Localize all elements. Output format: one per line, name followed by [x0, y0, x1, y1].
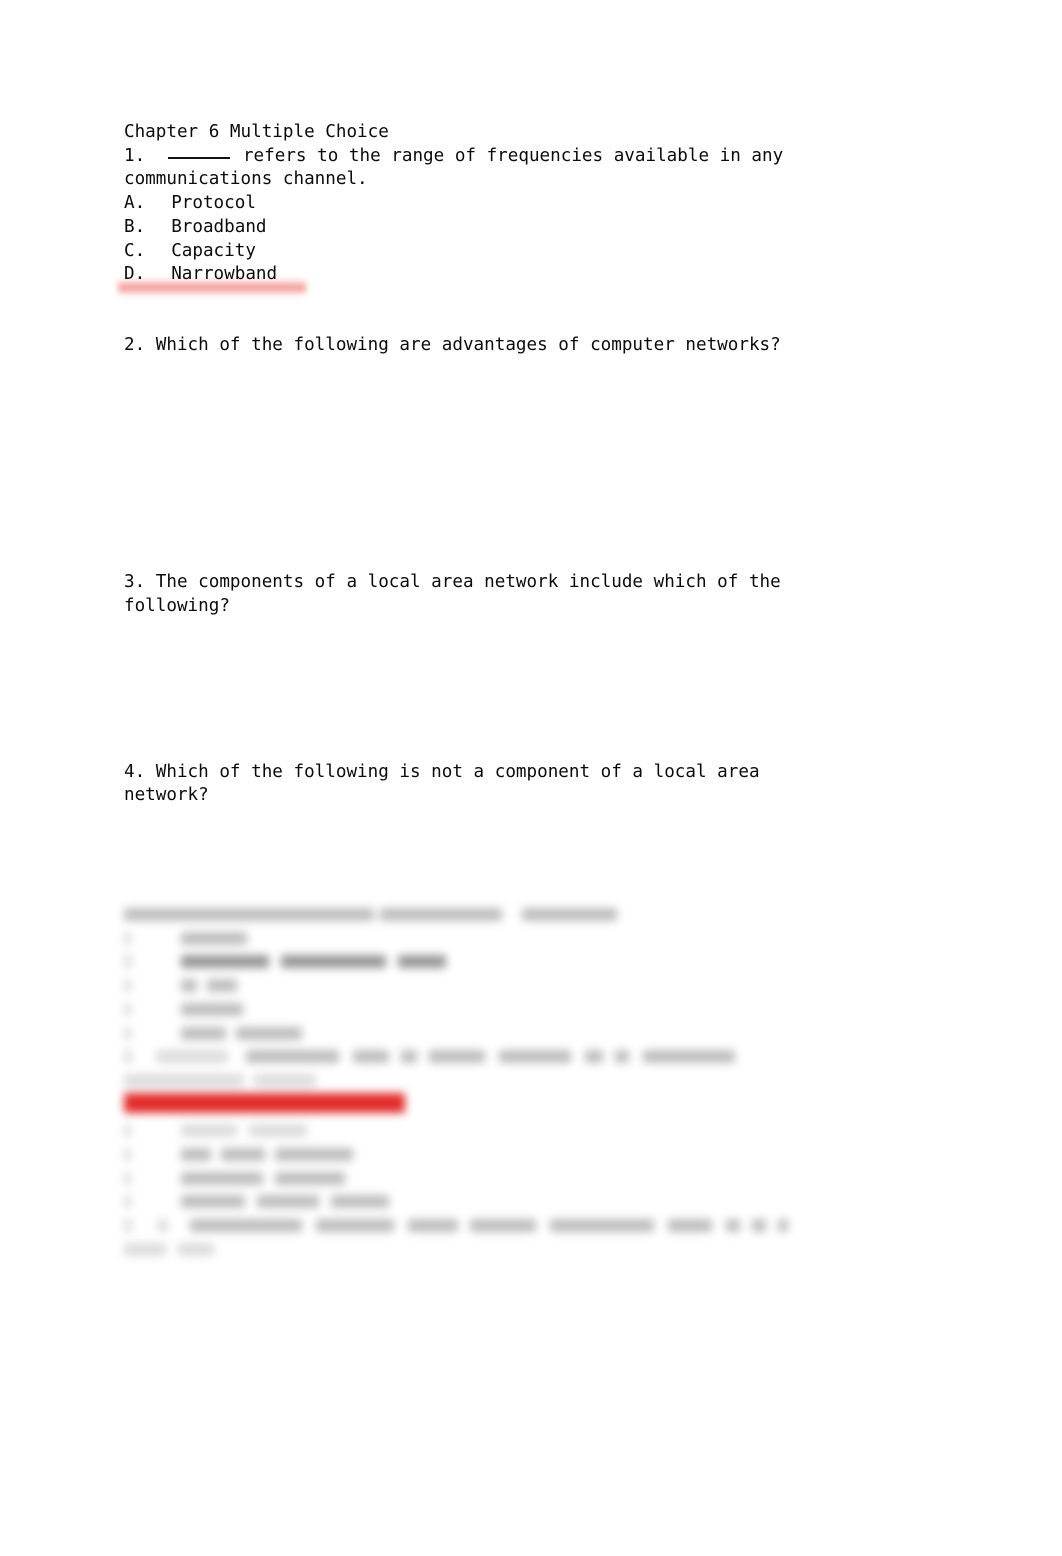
- spacer-line-7: [124, 453, 914, 477]
- obscured-line: [124, 1214, 944, 1238]
- option-letter: C.: [124, 240, 146, 261]
- spacer-line-16: [124, 713, 914, 737]
- spacer-line-6: [124, 429, 914, 453]
- obscured-line: [124, 1167, 944, 1191]
- option-label: Narrowband: [171, 264, 278, 285]
- spacer-line-14: [124, 666, 914, 690]
- option-letter: A.: [124, 193, 146, 214]
- question-1-option-c: C. Capacity: [124, 240, 914, 264]
- spacer-line-10: [124, 524, 914, 548]
- question-2-prompt: 2. Which of the following are advantages…: [124, 335, 781, 356]
- question-4-prompt-wrap: network?: [124, 785, 209, 806]
- obscured-line: [124, 950, 944, 974]
- obscured-line: [124, 927, 944, 951]
- spacer-line-3: [124, 358, 914, 382]
- option-label: Capacity: [171, 240, 256, 261]
- option-letter: B.: [124, 216, 146, 237]
- obscured-line: [124, 1143, 944, 1167]
- question-3-prompt-wrap: following?: [124, 595, 230, 616]
- spacer-line-12: [124, 619, 914, 643]
- question-3-prompt: 3. The components of a local area networ…: [124, 572, 781, 593]
- question-1-number: 1.: [124, 145, 167, 166]
- obscured-line: [124, 1119, 944, 1143]
- obscured-line: [124, 1238, 944, 1262]
- spacer-line-1: [124, 287, 914, 311]
- obscured-content-block: [124, 903, 944, 1262]
- document-text-body: Chapter 6 Multiple Choice 1. refers to t…: [124, 121, 914, 808]
- fill-in-blank-rule: [168, 156, 231, 159]
- obscured-line: [124, 1045, 944, 1069]
- spacer-line-5: [124, 405, 914, 429]
- obscured-answer-highlight: [124, 1092, 944, 1120]
- question-1-prompt-wrap: communications channel.: [124, 169, 368, 190]
- option-label: Broadband: [171, 216, 267, 237]
- question-1-prompt: 1. refers to the range of frequencies av…: [124, 145, 914, 169]
- spacer-line-4: [124, 382, 914, 406]
- document-heading: Chapter 6 Multiple Choice: [124, 122, 389, 142]
- obscured-line: [124, 998, 944, 1022]
- option-letter: D.: [124, 264, 146, 285]
- obscured-line: [124, 1069, 944, 1093]
- spacer-line-13: [124, 642, 914, 666]
- question-1-text: refers to the range of frequencies avail…: [232, 145, 784, 166]
- document-page: Chapter 6 Multiple Choice 1. refers to t…: [0, 0, 1062, 1556]
- spacer-line-17: [124, 737, 914, 761]
- spacer-line-15: [124, 690, 914, 714]
- question-1-option-b: B. Broadband: [124, 216, 914, 240]
- question-4-prompt: 4. Which of the following is not a compo…: [124, 761, 760, 782]
- obscured-line: [124, 974, 944, 998]
- question-1-option-d: D. Narrowband: [124, 263, 914, 287]
- spacer-line-8: [124, 476, 914, 500]
- option-label: Protocol: [171, 193, 256, 214]
- question-1-option-a: A. Protocol: [124, 192, 914, 216]
- spacer-line-9: [124, 500, 914, 524]
- obscured-line: [124, 1022, 944, 1046]
- spacer-line-11: [124, 548, 914, 572]
- obscured-line: [124, 903, 944, 927]
- spacer-line-2: [124, 311, 914, 335]
- obscured-line: [124, 1190, 944, 1214]
